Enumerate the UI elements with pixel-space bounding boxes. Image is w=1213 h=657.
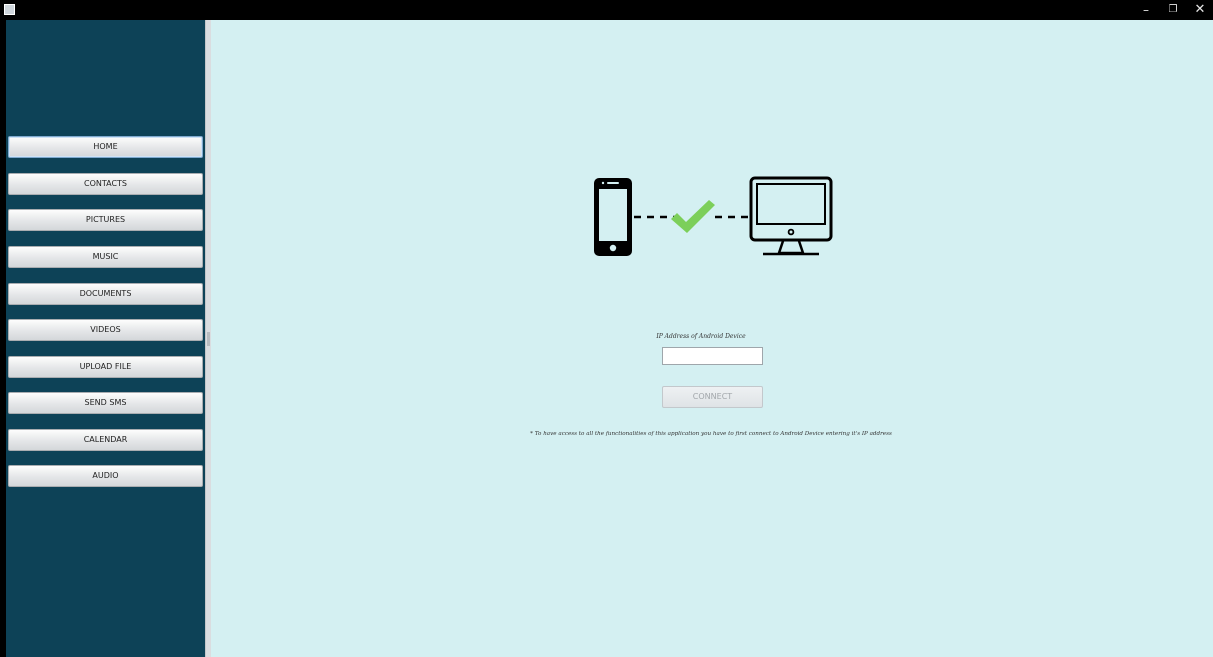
splitter-grip[interactable]	[207, 332, 210, 346]
sidebar-item-contacts[interactable]: CONTACTS	[8, 173, 203, 195]
connect-button[interactable]: CONNECT	[662, 386, 763, 408]
connection-note: * To have access to all the functionalit…	[530, 431, 892, 437]
close-button[interactable]: ✕	[1186, 0, 1213, 20]
minimize-button[interactable]: –	[1132, 0, 1160, 20]
app-icon	[4, 4, 15, 15]
sidebar-item-pictures[interactable]: PICTURES	[8, 209, 203, 231]
sidebar-item-upload-file[interactable]: UPLOAD FILE	[8, 356, 203, 378]
title-bar: – ❐ ✕	[0, 0, 1213, 20]
sidebar-item-send-sms[interactable]: SEND SMS	[8, 392, 203, 414]
sidebar-item-audio[interactable]: AUDIO	[8, 465, 203, 487]
main-panel: IP Address of Android Device CONNECT * T…	[211, 20, 1213, 657]
check-icon	[671, 200, 715, 233]
ip-address-input[interactable]	[662, 347, 763, 365]
ip-address-label: IP Address of Android Device	[656, 333, 746, 340]
restore-button[interactable]: ❐	[1159, 0, 1187, 20]
sidebar-item-calendar[interactable]: CALENDAR	[8, 429, 203, 451]
sidebar-item-documents[interactable]: DOCUMENTS	[8, 283, 203, 305]
sidebar: HOME CONTACTS PICTURES MUSIC DOCUMENTS V…	[6, 20, 205, 657]
monitor-icon	[749, 176, 833, 256]
app-window: – ❐ ✕ HOME CONTACTS PICTURES MUSIC DOCUM…	[0, 0, 1213, 657]
sidebar-item-music[interactable]: MUSIC	[8, 246, 203, 268]
sidebar-item-home[interactable]: HOME	[8, 136, 203, 158]
connection-illustration	[594, 176, 833, 256]
sidebar-item-videos[interactable]: VIDEOS	[8, 319, 203, 341]
phone-icon	[594, 178, 632, 256]
